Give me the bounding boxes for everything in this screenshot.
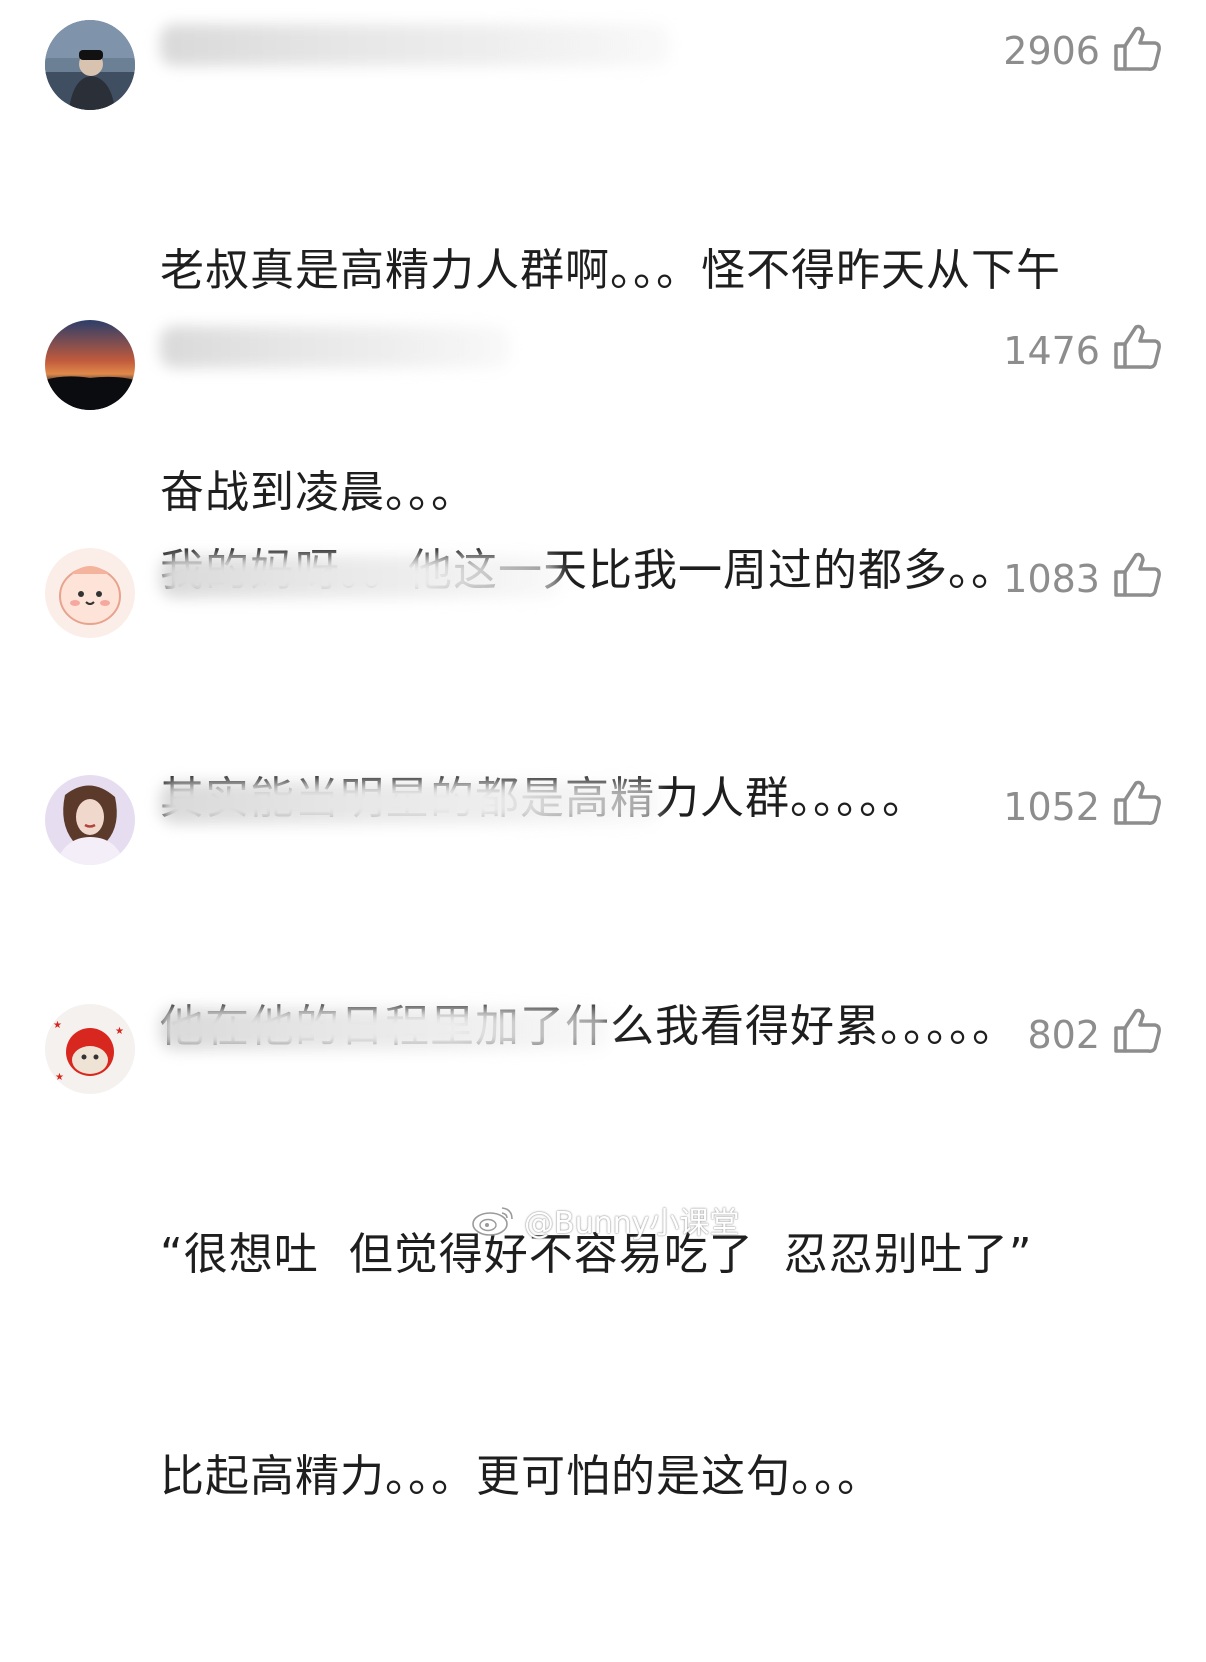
- thumbs-up-icon[interactable]: [1112, 1006, 1162, 1056]
- comment-line: 老叔真是高精力人群啊。。。怪不得昨天从下午: [160, 245, 1061, 296]
- avatar[interactable]: [45, 548, 135, 638]
- svg-text:★: ★: [53, 1020, 62, 1031]
- svg-text:★: ★: [55, 1072, 64, 1083]
- thumbs-up-icon[interactable]: [1112, 550, 1162, 600]
- weibo-logo-icon: [472, 1207, 513, 1236]
- avatar[interactable]: [45, 20, 135, 110]
- like-count: 1052: [1003, 785, 1100, 829]
- username-blurred[interactable]: [160, 556, 560, 598]
- like-count: 1476: [1003, 329, 1100, 373]
- watermark: @Bunny小课堂: [470, 1198, 739, 1242]
- avatar[interactable]: [45, 775, 135, 865]
- comment-text: “很想吐 但觉得好不容易吃了 忍忍别吐了” 比起高精力。。。更可怕的是这句。。。: [160, 1070, 1033, 1662]
- like-count: 1083: [1003, 557, 1100, 601]
- thumbs-up-icon[interactable]: [1112, 24, 1162, 74]
- comment-line: 比起高精力。。。更可怕的是这句。。。: [160, 1451, 882, 1502]
- thumbs-up-icon[interactable]: [1112, 322, 1162, 372]
- username-blurred[interactable]: [160, 24, 670, 66]
- like-count: 802: [1027, 1013, 1100, 1057]
- avatar[interactable]: [45, 320, 135, 410]
- username-blurred[interactable]: [160, 782, 660, 824]
- like-count: 2906: [1003, 29, 1100, 73]
- avatar[interactable]: ★ ★ ★: [45, 1004, 135, 1094]
- thumbs-up-icon[interactable]: [1112, 778, 1162, 828]
- watermark-text: @Bunny小课堂: [524, 1206, 740, 1241]
- username-blurred[interactable]: [160, 326, 510, 368]
- svg-text:★: ★: [115, 1026, 124, 1037]
- username-blurred[interactable]: [160, 1008, 610, 1050]
